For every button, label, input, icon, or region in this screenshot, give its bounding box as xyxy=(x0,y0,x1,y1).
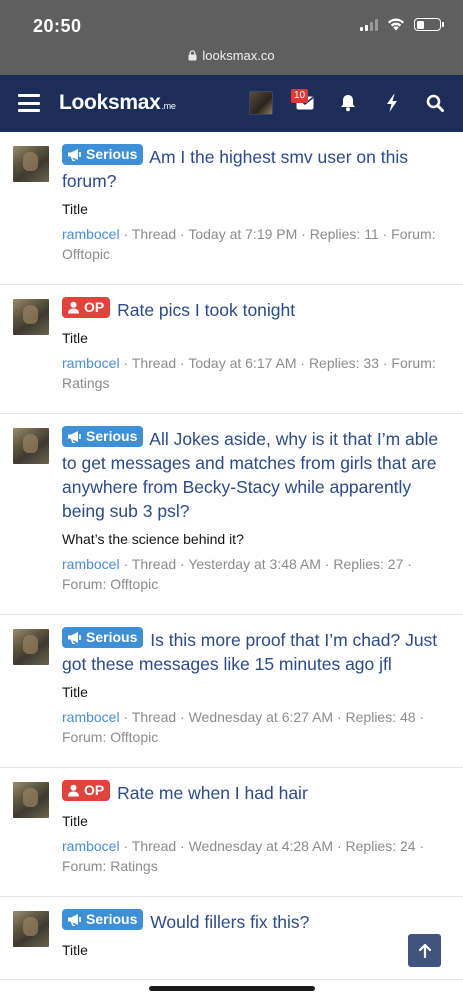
thread-list: Serious Am I the highest smv user on thi… xyxy=(0,132,463,980)
prefix-label: OP xyxy=(62,297,111,318)
thread-title[interactable]: OP Rate me when I had hair xyxy=(62,780,451,805)
wifi-icon xyxy=(388,18,404,31)
thread-title[interactable]: Serious Is this more proof that I’m chad… xyxy=(62,627,451,676)
author-link[interactable]: rambocel xyxy=(62,709,120,725)
thread-snippet: Title xyxy=(62,201,88,217)
author-avatar[interactable] xyxy=(13,911,49,947)
arrow-up-icon xyxy=(418,943,431,958)
author-link[interactable]: rambocel xyxy=(62,838,120,854)
thread-meta: rambocel · Thread · Wednesday at 4:28 AM… xyxy=(62,838,425,874)
home-indicator[interactable] xyxy=(149,986,315,991)
thread-item[interactable]: Serious All Jokes aside, why is it that … xyxy=(0,414,463,615)
prefix-label: Serious xyxy=(62,426,144,447)
user-icon xyxy=(68,301,79,314)
thread-snippet: Title xyxy=(62,684,88,700)
thread-title[interactable]: Serious All Jokes aside, why is it that … xyxy=(62,426,451,523)
author-avatar[interactable] xyxy=(13,299,49,335)
thread-meta: rambocel · Thread · Wednesday at 6:27 AM… xyxy=(62,709,425,745)
megaphone-icon xyxy=(68,149,81,161)
megaphone-icon xyxy=(68,914,81,926)
thread-snippet: Title xyxy=(62,813,88,829)
bolt-icon xyxy=(387,94,397,112)
thread-meta: rambocel · Thread · Today at 6:17 AM · R… xyxy=(62,355,436,391)
megaphone-icon xyxy=(68,431,81,443)
status-icons xyxy=(360,18,444,31)
author-avatar[interactable] xyxy=(13,782,49,818)
author-avatar[interactable] xyxy=(13,146,49,182)
prefix-label: Serious xyxy=(62,627,144,648)
prefix-label: OP xyxy=(62,780,111,801)
status-bar: 20:50 looksmax.co xyxy=(0,0,463,75)
scroll-to-top-button[interactable] xyxy=(408,934,441,967)
thread-item[interactable]: OP Rate pics I took tonight Title ramboc… xyxy=(0,285,463,414)
thread-item[interactable]: OP Rate me when I had hair Title ramboce… xyxy=(0,768,463,897)
menu-icon[interactable] xyxy=(18,94,40,112)
site-navbar: Looksmax.me xyxy=(0,75,463,132)
thread-title[interactable]: OP Rate pics I took tonight xyxy=(62,297,451,322)
whats-new-button[interactable] xyxy=(379,90,405,116)
alerts-button[interactable] xyxy=(335,90,361,116)
thread-title[interactable]: Serious Am I the highest smv user on thi… xyxy=(62,144,451,193)
thread-title[interactable]: Serious Would fillers fix this? xyxy=(62,909,451,934)
prefix-label: Serious xyxy=(62,144,144,165)
author-link[interactable]: rambocel xyxy=(62,556,120,572)
author-link[interactable]: rambocel xyxy=(62,355,120,371)
battery-icon xyxy=(414,18,444,31)
thread-meta: rambocel · Thread · Today at 7:19 PM · R… xyxy=(62,226,436,262)
author-avatar[interactable] xyxy=(13,629,49,665)
lock-icon xyxy=(188,50,197,61)
inbox-badge: 10 xyxy=(291,89,309,103)
url-text: looksmax.co xyxy=(202,48,275,63)
user-avatar[interactable] xyxy=(249,91,273,115)
prefix-label: Serious xyxy=(62,909,144,930)
address-bar[interactable]: looksmax.co xyxy=(0,48,463,63)
bell-icon xyxy=(341,95,355,112)
thread-snippet: Title xyxy=(62,330,88,346)
thread-meta: rambocel · Thread · Yesterday at 3:48 AM… xyxy=(62,556,412,592)
thread-snippet: What’s the science behind it? xyxy=(62,531,244,547)
thread-item[interactable]: Serious Would fillers fix this? Title xyxy=(0,897,463,980)
search-icon xyxy=(426,94,444,112)
megaphone-icon xyxy=(68,632,81,644)
thread-item[interactable]: Serious Is this more proof that I’m chad… xyxy=(0,615,463,768)
user-icon xyxy=(68,784,79,797)
thread-item[interactable]: Serious Am I the highest smv user on thi… xyxy=(0,132,463,285)
thread-snippet: Title xyxy=(62,942,88,958)
search-button[interactable] xyxy=(422,90,448,116)
status-time: 20:50 xyxy=(33,16,82,36)
author-link[interactable]: rambocel xyxy=(62,226,120,242)
site-logo[interactable]: Looksmax.me xyxy=(59,91,176,115)
cellular-signal-icon xyxy=(360,18,378,31)
author-avatar[interactable] xyxy=(13,428,49,464)
